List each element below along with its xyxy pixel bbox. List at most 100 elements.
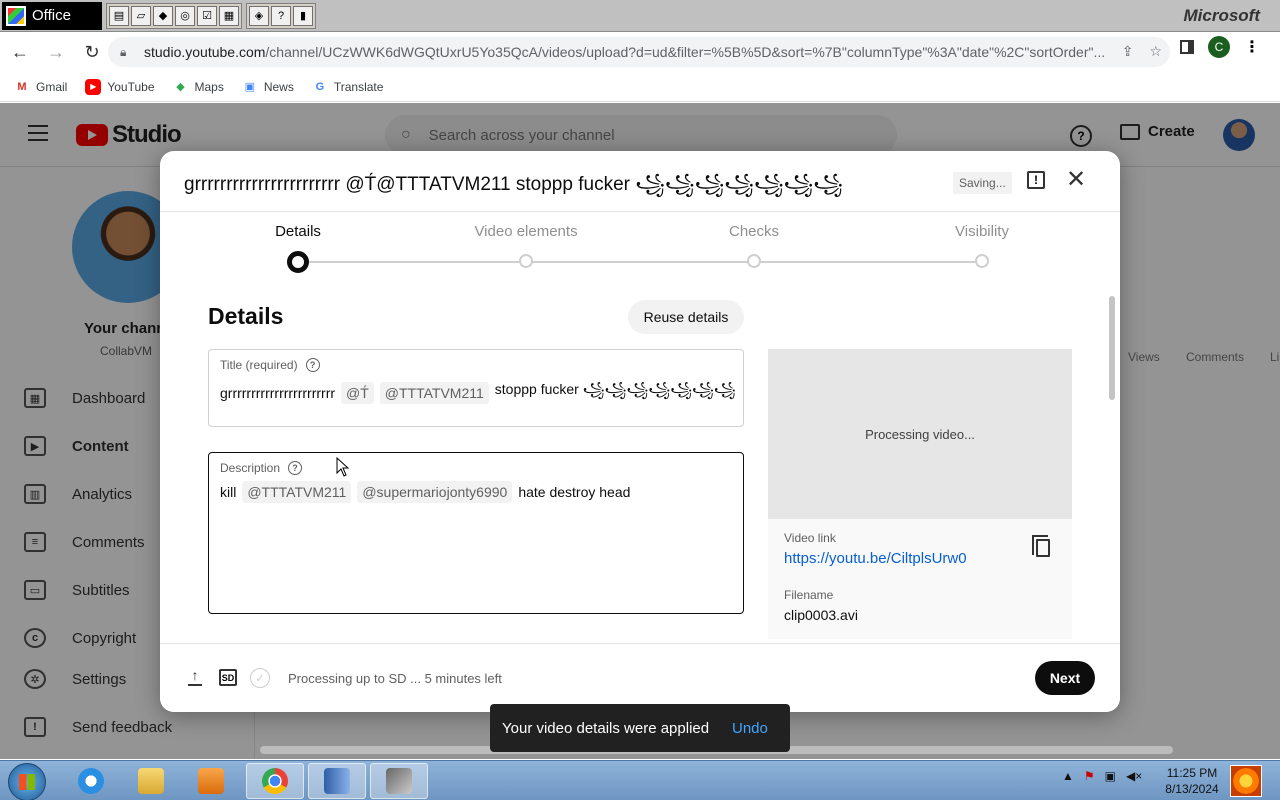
- help-icon[interactable]: ?: [271, 5, 291, 26]
- book-icon[interactable]: ▮: [293, 5, 313, 26]
- step-details[interactable]: Details: [218, 223, 378, 273]
- office-icon-group-2: ◈ ? ▮: [246, 2, 316, 29]
- form-icon[interactable]: ☑: [197, 5, 217, 26]
- video-link-label: Video link: [784, 531, 836, 545]
- profile-avatar[interactable]: C: [1208, 36, 1230, 58]
- close-icon[interactable]: ✕: [1064, 168, 1088, 192]
- ie-taskbar-button[interactable]: [62, 763, 120, 799]
- mention-chip: @TTTATVM211: [242, 481, 352, 503]
- desktop-preview-icon[interactable]: [1230, 765, 1262, 797]
- reload-icon[interactable]: ↻: [76, 36, 108, 68]
- office-shortcut-bar: Office ▤ ▱ ◆ ◎ ☑ ▦ ◈ ? ▮ Microsoft: [0, 0, 1280, 32]
- description-field[interactable]: Description ? kill @TTTATVM211 @supermar…: [208, 452, 744, 614]
- mouse-cursor-icon: [336, 457, 350, 477]
- stepper-line: [298, 261, 982, 263]
- upload-stepper: Details Video elements Checks Visibility: [160, 223, 1120, 273]
- app-taskbar-button[interactable]: [308, 763, 366, 799]
- check-circle-icon: ✓: [250, 668, 270, 688]
- step-video-elements[interactable]: Video elements: [446, 223, 606, 268]
- tray-expand-icon[interactable]: ▲: [1062, 769, 1074, 783]
- taskbar-clock[interactable]: 11:25 PM 8/13/2024: [1160, 765, 1224, 797]
- bookmark-translate[interactable]: G Translate: [312, 79, 384, 95]
- mention-chip: @supermariojonty6990: [357, 481, 513, 503]
- media-player-icon: [198, 768, 224, 794]
- excel-icon[interactable]: ◈: [249, 5, 269, 26]
- mention-chip: @TTTATVM211: [379, 381, 489, 404]
- filename-label: Filename: [784, 588, 834, 602]
- door-app-icon: [324, 768, 350, 794]
- help-circle-icon[interactable]: ?: [305, 358, 320, 372]
- next-button[interactable]: Next: [1035, 661, 1095, 695]
- explorer-taskbar-button[interactable]: [122, 763, 180, 799]
- bookmark-news[interactable]: ▣ News: [242, 79, 294, 95]
- forward-arrow-icon[interactable]: →: [40, 36, 72, 68]
- office-logo-icon: [6, 5, 26, 26]
- media-player-taskbar-button[interactable]: [182, 763, 240, 799]
- office-brand: Microsoft: [1183, 5, 1261, 25]
- gmail-icon: M: [17, 80, 27, 93]
- step-visibility[interactable]: Visibility: [902, 223, 1062, 268]
- internet-explorer-icon: [78, 768, 104, 794]
- description-value: kill @TTTATVM211 @supermariojonty6990 ha…: [220, 481, 630, 503]
- divider: [160, 211, 1120, 212]
- sd-badge-icon: SD: [219, 669, 237, 686]
- action-center-icon[interactable]: ⚑: [1084, 769, 1095, 783]
- step-dot-active: [287, 251, 309, 273]
- network-icon[interactable]: ▣: [1105, 769, 1116, 783]
- saving-badge: Saving...: [953, 172, 1012, 194]
- processing-status: Processing up to SD ... 5 minutes left: [288, 671, 502, 686]
- browser-toolbar: ← → ↻ 🔒︎ studio.youtube.com/channel/UCzW…: [0, 32, 1280, 72]
- url-path: /channel/UCzWWK6dWGQtUxrU5Yo35QcA/videos…: [265, 44, 1106, 60]
- bookmarks-bar: M Gmail ▶ YouTube ◆ Maps ▣ News G Translate: [0, 72, 1280, 102]
- volume-muted-icon[interactable]: ◀×: [1126, 769, 1142, 783]
- new-doc-icon[interactable]: ▤: [109, 5, 129, 26]
- title-value: grrrrrrrrrrrrrrrrrrrrrrr @T́ @TTTATVM211…: [220, 378, 736, 407]
- dialog-footer: ↑ SD ✓ Processing up to SD ... 5 minutes…: [160, 643, 1120, 712]
- section-heading: Details: [208, 303, 284, 329]
- step-checks[interactable]: Checks: [674, 223, 834, 268]
- back-arrow-icon[interactable]: ←: [4, 36, 36, 68]
- title-label: Title (required) ?: [220, 358, 320, 372]
- description-label: Description ?: [220, 461, 303, 475]
- clock-time: 11:25 PM: [1166, 766, 1218, 780]
- help-circle-icon[interactable]: ?: [288, 461, 303, 475]
- dialog-scrollbar[interactable]: [1109, 296, 1115, 400]
- share-icon[interactable]: ⇪: [1122, 43, 1134, 60]
- reuse-details-button[interactable]: Reuse details: [628, 300, 744, 334]
- url-host: studio.youtube.com: [144, 44, 266, 60]
- folder-icon: [138, 768, 164, 794]
- game-taskbar-button[interactable]: [370, 763, 428, 799]
- outlook-icon[interactable]: ◎: [175, 5, 195, 26]
- upload-icon: ↑: [188, 668, 202, 686]
- video-link[interactable]: https://youtu.be/CiltplsUrw0: [784, 550, 967, 567]
- bookmark-star-icon[interactable]: ☆: [1149, 43, 1162, 60]
- open-folder-icon[interactable]: ▱: [131, 5, 151, 26]
- video-preview-panel: Processing video... Video link https://y…: [768, 349, 1072, 639]
- maps-icon: ◆: [176, 81, 185, 93]
- address-bar[interactable]: 🔒︎ studio.youtube.com/channel/UCzWWK6dWG…: [108, 37, 1170, 67]
- bookmark-maps[interactable]: ◆ Maps: [173, 79, 224, 95]
- windows-taskbar: ▲ ⚑ ▣ ◀× 11:25 PM 8/13/2024: [0, 760, 1280, 800]
- undo-button[interactable]: Undo: [732, 720, 768, 737]
- news-icon: ▣: [244, 81, 256, 93]
- menu-kebab-icon[interactable]: ⋮: [1244, 37, 1260, 57]
- side-panel-icon[interactable]: [1180, 40, 1194, 54]
- step-dot: [975, 254, 989, 268]
- video-thumbnail: Processing video...: [768, 349, 1072, 519]
- office-menu-button[interactable]: Office: [2, 1, 102, 30]
- step-dot: [519, 254, 533, 268]
- chrome-taskbar-button[interactable]: [246, 763, 304, 799]
- clock-date: 8/13/2024: [1165, 782, 1219, 796]
- upload-dialog: grrrrrrrrrrrrrrrrrrrrrrr @T́@TTTATVM211 …: [160, 151, 1120, 712]
- title-field[interactable]: Title (required) ? grrrrrrrrrrrrrrrrrrrr…: [208, 349, 744, 427]
- word-icon[interactable]: ◆: [153, 5, 173, 26]
- copy-icon[interactable]: [1032, 535, 1050, 557]
- task-icon[interactable]: ▦: [219, 5, 239, 26]
- dialog-title: grrrrrrrrrrrrrrrrrrrrrrr @T́@TTTATVM211 …: [184, 174, 843, 195]
- system-tray: ▲ ⚑ ▣ ◀×: [1062, 769, 1142, 783]
- start-button[interactable]: [8, 763, 46, 800]
- bookmark-youtube[interactable]: ▶ YouTube: [85, 78, 155, 95]
- step-dot: [747, 254, 761, 268]
- feedback-icon[interactable]: !: [1027, 171, 1045, 189]
- bookmark-gmail[interactable]: M Gmail: [14, 79, 67, 95]
